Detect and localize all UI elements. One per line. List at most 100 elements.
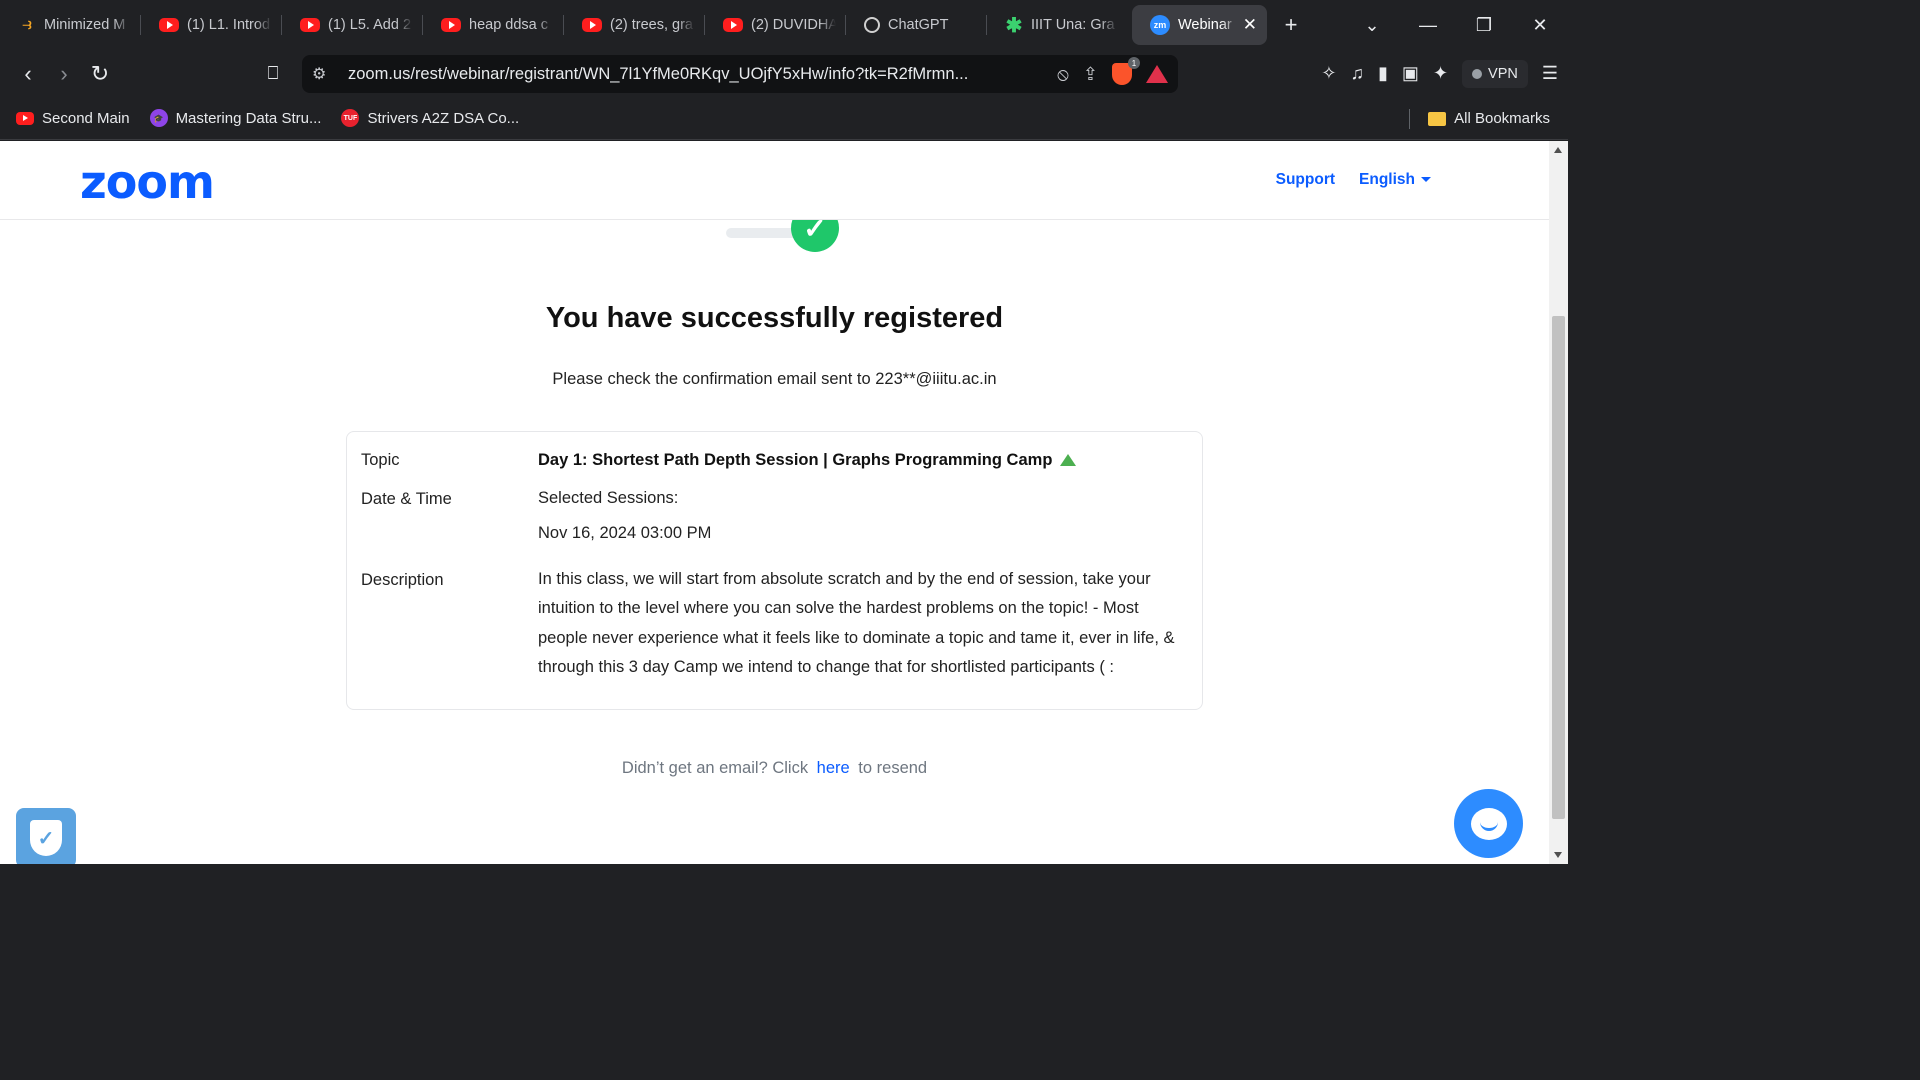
session-datetime: Nov 16, 2024 03:00 PM	[538, 524, 712, 542]
media-icon[interactable]: ♫	[1351, 63, 1365, 84]
window-controls: ⌄ — ❐ ✕	[1344, 0, 1568, 50]
address-bar[interactable]: ⚙ zoom.us/rest/webinar/registrant/WN_7l1…	[302, 55, 1178, 93]
chat-widget-button[interactable]	[1454, 789, 1523, 858]
tab[interactable]: (1) L1. Introd	[141, 0, 282, 50]
zoom-favicon-icon: zm	[1150, 15, 1170, 35]
tab-title: (1) L5. Add 2	[328, 17, 412, 33]
tab[interactable]: ChatGPT	[846, 0, 987, 50]
youtube-icon	[159, 18, 179, 32]
tab-title: IIIT Una: Gra	[1031, 17, 1115, 33]
language-label: English	[1359, 171, 1415, 188]
chat-bubble-icon	[1470, 807, 1507, 840]
site-header: zoom Support English	[0, 141, 1549, 220]
scroll-up-icon[interactable]	[1554, 147, 1562, 153]
minimized-favicon-icon: ⥽	[22, 16, 32, 33]
browser-toolbar: ‹ › ↻ ⎕ ⚙ zoom.us/rest/webinar/registran…	[0, 50, 1568, 97]
page-viewport: zoom Support English ✓ You have successf…	[0, 141, 1549, 864]
resend-suffix: to resend	[858, 759, 928, 777]
language-dropdown[interactable]: English	[1359, 171, 1431, 189]
vpn-button[interactable]: VPN	[1462, 59, 1528, 88]
window-bottom-edge	[0, 864, 1568, 882]
all-bookmarks-label: All Bookmarks	[1454, 110, 1550, 127]
support-link[interactable]: Support	[1276, 171, 1335, 189]
checkmark-icon: ✓	[791, 220, 839, 252]
forward-icon[interactable]: ›	[46, 56, 82, 92]
site-settings-icon[interactable]: ⚙	[312, 64, 334, 84]
bookmark-label: Second Main	[42, 109, 130, 127]
zoom-logo[interactable]: zoom	[80, 155, 215, 209]
extensions-icon[interactable]: ✧	[1321, 63, 1336, 84]
tab-active[interactable]: zm Webinar ✕	[1132, 5, 1267, 45]
sidebar-icon[interactable]: ▮	[1378, 63, 1388, 84]
datetime-label: Date & Time	[361, 490, 452, 508]
tab-search-chevron-icon[interactable]: ⌄	[1344, 0, 1400, 50]
brave-shields-icon[interactable]: 1	[1112, 57, 1140, 85]
tab[interactable]: ⥽ Minimized M	[0, 0, 141, 50]
confirmation-message: Please check the confirmation email sent…	[552, 370, 997, 388]
page-scrollbar[interactable]	[1549, 141, 1568, 864]
bookmarks-bar: Second Main 🎓 Mastering Data Stru... TUF…	[0, 97, 1568, 140]
tab-title: (2) trees, gra	[610, 17, 693, 33]
privacy-shield-button[interactable]: ✓	[16, 808, 76, 864]
brave-rewards-icon[interactable]	[1146, 65, 1168, 83]
topic-label: Topic	[361, 451, 400, 469]
tab-title: Minimized M	[44, 17, 126, 33]
bookmark-item[interactable]: TUF Strivers A2Z DSA Co...	[341, 109, 519, 127]
tab-title: Webinar	[1178, 17, 1232, 33]
bookmark-label: Strivers A2Z DSA Co...	[367, 109, 520, 127]
bookmark-icon[interactable]: ⎕	[255, 56, 291, 92]
tab-title: heap ddsa c	[469, 17, 549, 33]
bookmark-item[interactable]: Second Main	[16, 110, 130, 127]
reader-mode-icon[interactable]: ⦸	[1057, 64, 1069, 85]
tuf-icon: TUF	[341, 109, 360, 127]
vpn-status-icon	[1472, 68, 1483, 79]
youtube-icon	[441, 18, 461, 32]
youtube-icon	[582, 18, 602, 32]
resend-prefix: Didn’t get an email? Click	[621, 759, 809, 777]
menu-icon[interactable]: ☰	[1542, 63, 1558, 84]
tab[interactable]: (2) trees, gra	[564, 0, 705, 50]
tab-strip: ⥽ Minimized M (1) L1. Introd (1) L5. Add…	[0, 0, 1568, 50]
share-icon[interactable]: ⇪	[1083, 64, 1098, 85]
caret-down-icon	[1421, 177, 1431, 183]
scroll-down-icon[interactable]	[1554, 852, 1562, 858]
leo-ai-icon[interactable]: ✦	[1433, 63, 1448, 84]
url-text: zoom.us/rest/webinar/registrant/WN_7l1Yf…	[348, 64, 969, 83]
close-tab-icon[interactable]: ✕	[1243, 15, 1257, 35]
tab[interactable]: heap ddsa c	[423, 0, 564, 50]
wallet-icon[interactable]: ▣	[1402, 63, 1419, 84]
bookmark-item[interactable]: 🎓 Mastering Data Stru...	[149, 109, 321, 127]
youtube-icon	[723, 18, 743, 32]
tab-title: (1) L1. Introd	[187, 17, 271, 33]
description-value: In this class, we will start from absolu…	[538, 570, 1175, 676]
graduation-cap-icon: 🎓	[149, 109, 168, 127]
folder-icon	[1428, 111, 1447, 126]
youtube-icon	[16, 111, 34, 125]
selected-sessions-label: Selected Sessions:	[538, 489, 679, 507]
tab[interactable]: (2) DUVIDHA	[705, 0, 846, 50]
resend-email-text: Didn’t get an email? Click here to resen…	[0, 759, 1549, 778]
youtube-icon	[300, 18, 320, 32]
back-icon[interactable]: ‹	[10, 56, 46, 92]
asterisk-icon: ✱	[1005, 14, 1023, 37]
new-tab-icon[interactable]: +	[1267, 0, 1315, 50]
tab[interactable]: ✱ IIIT Una: Gra	[987, 0, 1128, 50]
success-illustration: ✓	[726, 220, 842, 252]
restore-icon[interactable]: ❐	[1456, 0, 1512, 50]
tent-icon	[1060, 454, 1077, 466]
resend-link[interactable]: here	[817, 759, 850, 777]
vpn-label: VPN	[1488, 65, 1518, 82]
webinar-details-card: Topic Day 1: Shortest Path Depth Session…	[346, 431, 1203, 710]
reload-icon[interactable]: ↻	[82, 56, 118, 92]
tab-title: (2) DUVIDHA	[751, 17, 836, 33]
scrollbar-thumb[interactable]	[1552, 316, 1565, 819]
close-window-icon[interactable]: ✕	[1512, 0, 1568, 50]
tab[interactable]: (1) L5. Add 2	[282, 0, 423, 50]
all-bookmarks-button[interactable]: All Bookmarks	[1409, 97, 1550, 140]
topic-value: Day 1: Shortest Path Depth Session | Gra…	[538, 451, 1077, 470]
shield-count-badge: 1	[1128, 57, 1140, 69]
tab-title: ChatGPT	[888, 17, 949, 33]
minimize-icon[interactable]: —	[1400, 0, 1456, 50]
shield-check-icon: ✓	[30, 820, 62, 856]
page-title: You have successfully registered	[545, 302, 1004, 334]
